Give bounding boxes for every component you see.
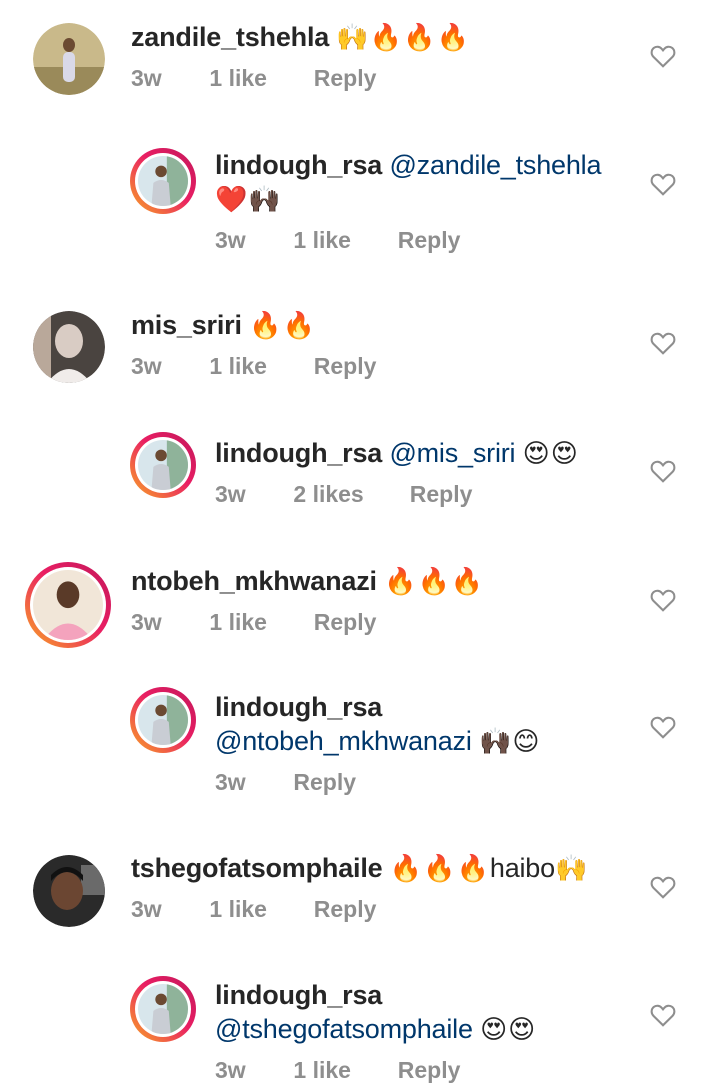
comment-emoji: 🔥🔥 (249, 310, 316, 340)
comment-username[interactable]: mis_sriri (131, 310, 242, 340)
reply-button[interactable]: Reply (293, 768, 356, 796)
avatar[interactable] (33, 311, 105, 383)
comment-time: 3w (131, 353, 162, 379)
comment-likes[interactable]: 1 like (209, 608, 307, 636)
comment-meta: 3w 1 like Reply (131, 64, 630, 92)
comment-username[interactable]: lindough_rsa (215, 438, 382, 468)
comment-meta: 3w 1 like Reply (131, 608, 630, 636)
comment-time: 3w (131, 609, 162, 635)
reply-button[interactable]: Reply (314, 64, 377, 92)
comment-body: tshegofatsomphaile 🔥🔥🔥haibo🙌 3w 1 like R… (131, 851, 630, 923)
like-heart-icon[interactable] (650, 875, 676, 899)
comment-meta: 3w 1 like Reply (215, 226, 630, 254)
comment-time: 3w (131, 896, 162, 922)
comment-username[interactable]: lindough_rsa (215, 150, 382, 180)
avatar-photo (33, 311, 105, 383)
like-heart-icon[interactable] (650, 715, 676, 739)
avatar-photo (33, 23, 105, 95)
comment-username[interactable]: lindough_rsa (215, 980, 382, 1010)
comment-username[interactable]: ntobeh_mkhwanazi (131, 566, 377, 596)
comment-likes[interactable]: 1 like (293, 1056, 391, 1083)
comment-body: lindough_rsa @zandile_tshehla ❤️🙌🏿 3w 1 … (215, 148, 630, 254)
avatar-photo (138, 695, 188, 745)
comment-emoji: ❤️🙌🏿 (215, 184, 282, 214)
like-heart-icon[interactable] (650, 44, 676, 68)
avatar-photo (33, 855, 105, 927)
like-heart-icon[interactable] (650, 172, 676, 196)
comment-time: 3w (215, 769, 246, 795)
comment-body: lindough_rsa @tshegofatsomphaile 😍😍 3w 1… (215, 978, 630, 1083)
avatar[interactable] (25, 562, 111, 648)
comment-mention[interactable]: @tshegofatsomphaile (215, 1014, 473, 1044)
comment-time: 3w (215, 481, 246, 507)
comment-mention[interactable]: @mis_sriri (389, 438, 515, 468)
comment-meta: 3w Reply (215, 768, 630, 796)
comment-mention[interactable]: @ntobeh_mkhwanazi (215, 726, 472, 756)
comment-emoji-trailing: 🙌 (554, 853, 589, 883)
comment-time: 3w (131, 65, 162, 91)
like-heart-icon[interactable] (650, 1003, 676, 1027)
comment-text: haibo (489, 853, 555, 883)
avatar[interactable] (130, 432, 196, 498)
comment-emoji: 🔥🔥🔥 (384, 566, 485, 596)
comment-likes[interactable]: 2 likes (293, 480, 403, 508)
avatar[interactable] (130, 687, 196, 753)
comment-emoji: 😍😍 (522, 438, 579, 468)
comment-likes[interactable]: 1 like (209, 895, 307, 923)
avatar-photo (138, 156, 188, 206)
comment-likes[interactable]: 1 like (209, 352, 307, 380)
comment-username[interactable]: tshegofatsomphaile (131, 853, 383, 883)
avatar[interactable] (33, 23, 105, 95)
comment-body: ntobeh_mkhwanazi 🔥🔥🔥 3w 1 like Reply (131, 564, 630, 636)
avatar-photo (33, 570, 103, 640)
comment-likes[interactable]: 1 like (293, 226, 391, 254)
comment-time: 3w (215, 227, 246, 253)
avatar-photo (138, 440, 188, 490)
reply-button[interactable]: Reply (398, 1056, 461, 1083)
comment-mention[interactable]: @zandile_tshehla (389, 150, 601, 180)
comment-body: mis_sriri 🔥🔥 3w 1 like Reply (131, 308, 630, 380)
comment-emoji: 🙌🔥🔥🔥 (336, 22, 470, 52)
comment-body: zandile_tshehla 🙌🔥🔥🔥 3w 1 like Reply (131, 20, 630, 92)
avatar[interactable] (130, 148, 196, 214)
comment-meta: 3w 2 likes Reply (215, 480, 630, 508)
comment-emoji: 🔥🔥🔥 (389, 853, 490, 883)
comment-body: lindough_rsa @mis_sriri 😍😍 3w 2 likes Re… (215, 436, 630, 508)
reply-button[interactable]: Reply (314, 895, 377, 923)
avatar-photo (138, 984, 188, 1034)
comments-list: zandile_tshehla 🙌🔥🔥🔥 3w 1 like Reply lin… (0, 0, 720, 1083)
comment-likes[interactable]: 1 like (209, 64, 307, 92)
avatar[interactable] (33, 855, 105, 927)
reply-button[interactable]: Reply (398, 226, 461, 254)
comment-meta: 3w 1 like Reply (131, 352, 630, 380)
comment-time: 3w (215, 1057, 246, 1083)
avatar[interactable] (130, 976, 196, 1042)
reply-button[interactable]: Reply (314, 608, 377, 636)
comment-emoji: 🙌🏿😊 (478, 726, 541, 756)
comment-emoji: 😍😍 (480, 1014, 537, 1044)
comment-meta: 3w 1 like Reply (215, 1056, 630, 1083)
like-heart-icon[interactable] (650, 331, 676, 355)
like-heart-icon[interactable] (650, 459, 676, 483)
reply-button[interactable]: Reply (410, 480, 473, 508)
comment-body: lindough_rsa @ntobeh_mkhwanazi 🙌🏿😊 3w Re… (215, 690, 630, 796)
reply-button[interactable]: Reply (314, 352, 377, 380)
like-heart-icon[interactable] (650, 588, 676, 612)
comment-username[interactable]: zandile_tshehla (131, 22, 329, 52)
comment-username[interactable]: lindough_rsa (215, 692, 382, 722)
comment-meta: 3w 1 like Reply (131, 895, 630, 923)
